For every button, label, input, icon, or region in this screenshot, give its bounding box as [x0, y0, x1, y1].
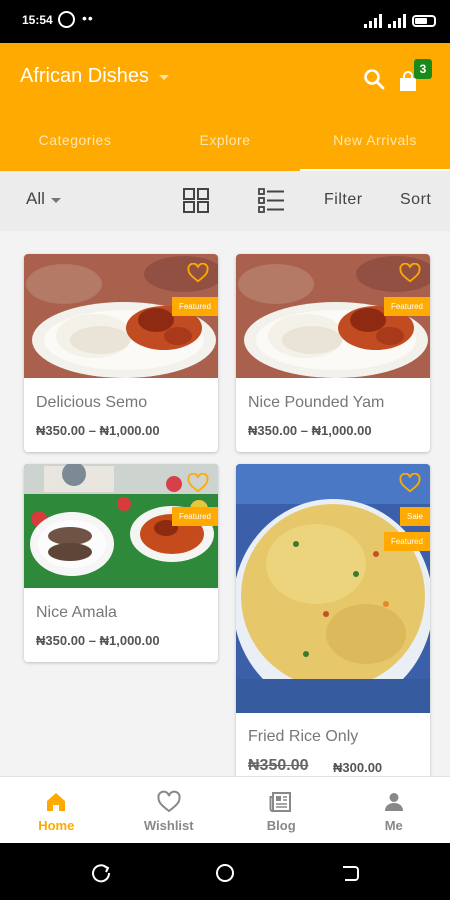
- wishlist-heart-icon[interactable]: [187, 473, 209, 493]
- back-icon[interactable]: [339, 862, 361, 884]
- nav-blog[interactable]: Blog: [225, 777, 338, 843]
- app-title: African Dishes: [20, 65, 149, 87]
- category-select[interactable]: All: [26, 189, 61, 209]
- product-card[interactable]: Featured Nice Pounded Yam ₦350.00 – ₦1,0…: [236, 254, 430, 452]
- wishlist-heart-icon[interactable]: [399, 473, 421, 493]
- signal-icon: [364, 14, 382, 28]
- product-card[interactable]: Featured Delicious Semo ₦350.00 – ₦1,000…: [24, 254, 218, 452]
- nav-home[interactable]: Home: [0, 777, 113, 843]
- cart-count-badge: 3: [414, 59, 432, 79]
- product-grid: Featured Delicious Semo ₦350.00 – ₦1,000…: [0, 231, 450, 776]
- nav-me-label: Me: [384, 818, 403, 833]
- tab-new-arrivals[interactable]: New Arrivals: [300, 123, 450, 171]
- product-sale-price: ₦300.00: [333, 760, 383, 775]
- status-time: 15:54: [22, 13, 53, 27]
- person-icon: [384, 793, 403, 811]
- bottom-nav: Home Wishlist Blog Me: [0, 776, 450, 843]
- nav-home-label: Home: [38, 818, 75, 833]
- product-card[interactable]: Featured Nice Amala ₦350.00 – ₦1,000.00: [24, 464, 218, 662]
- product-old-price: ₦350.00: [248, 757, 309, 774]
- product-price: ₦350.00 – ₦1,000.00: [36, 633, 160, 648]
- search-icon[interactable]: [362, 67, 386, 91]
- list-view-icon[interactable]: [258, 188, 285, 213]
- wishlist-heart-icon[interactable]: [187, 263, 209, 283]
- filter-button[interactable]: Filter: [324, 191, 363, 209]
- wishlist-heart-icon[interactable]: [399, 263, 421, 283]
- featured-badge: Featured: [171, 297, 218, 316]
- home-circle-icon[interactable]: [214, 862, 236, 884]
- status-bar: 15:54 ••: [0, 0, 450, 43]
- whatsapp-icon: [58, 11, 75, 28]
- tab-explore[interactable]: Explore: [150, 123, 300, 171]
- battery-icon: [412, 15, 436, 27]
- top-tabs: Categories Explore New Arrivals: [0, 123, 450, 171]
- nav-wishlist-label: Wishlist: [143, 818, 194, 833]
- product-name: Nice Pounded Yam: [248, 394, 385, 411]
- product-name: Fried Rice Only: [248, 728, 359, 745]
- notification-dots: ••: [82, 10, 94, 26]
- home-icon: [47, 793, 66, 811]
- status-icons: [364, 12, 436, 30]
- recent-apps-icon[interactable]: [90, 862, 112, 884]
- newspaper-icon: [269, 792, 292, 813]
- product-name: Nice Amala: [36, 604, 117, 621]
- category-select-value: All: [26, 189, 45, 208]
- signal-icon: [388, 14, 406, 28]
- product-price: ₦350.00 – ₦1,000.00: [248, 423, 372, 438]
- chevron-down-icon: [158, 75, 169, 80]
- nav-me[interactable]: Me: [338, 777, 450, 843]
- sale-badge: Sale: [399, 507, 430, 526]
- featured-badge: Featured: [383, 297, 430, 316]
- nav-blog-label: Blog: [266, 818, 296, 833]
- product-card[interactable]: Sale Featured Fried Rice Only ₦350.00 ₦3…: [236, 464, 430, 776]
- cart-button[interactable]: 3: [396, 59, 436, 97]
- heart-icon: [157, 790, 181, 813]
- app-bar: African Dishes 3 Categories Explore New …: [0, 43, 450, 171]
- sort-button[interactable]: Sort: [400, 191, 431, 209]
- product-image: [236, 464, 430, 713]
- featured-badge: Featured: [383, 532, 430, 551]
- nav-wishlist[interactable]: Wishlist: [113, 777, 226, 843]
- app-title-dropdown[interactable]: African Dishes: [20, 65, 169, 88]
- product-name: Delicious Semo: [36, 394, 148, 411]
- featured-badge: Featured: [171, 507, 218, 526]
- grid-view-icon[interactable]: [183, 188, 210, 213]
- filter-bar: All Filter Sort: [0, 171, 450, 231]
- tab-categories[interactable]: Categories: [0, 123, 150, 171]
- product-price: ₦350.00 – ₦1,000.00: [36, 423, 160, 438]
- chevron-down-icon: [50, 197, 61, 203]
- system-nav-bar: [0, 843, 450, 900]
